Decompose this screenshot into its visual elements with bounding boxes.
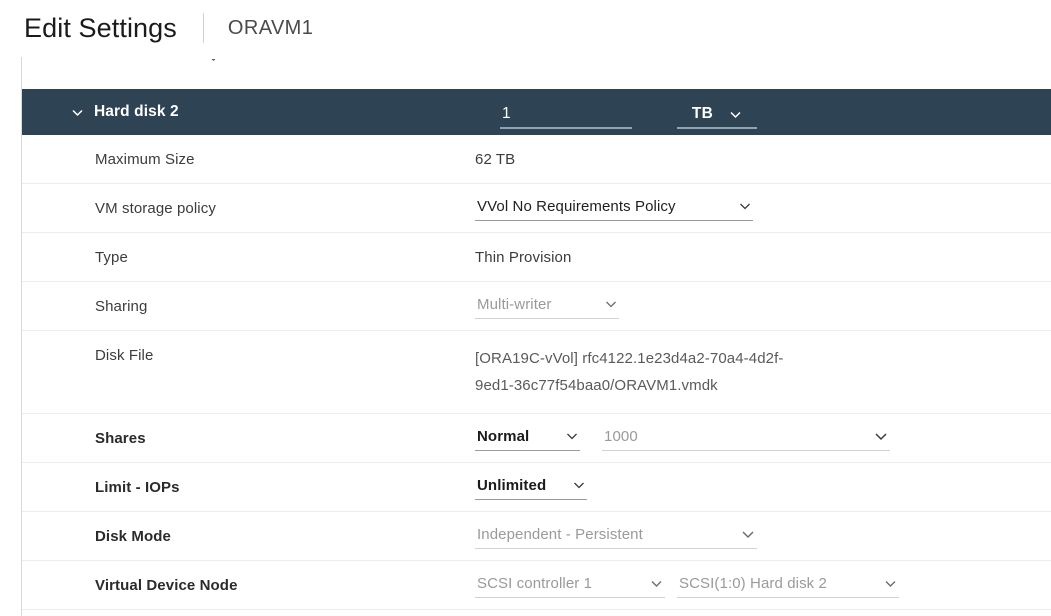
page-title: Edit Settings <box>24 12 177 43</box>
table-row: Type Thin Provision <box>22 233 1051 282</box>
chevron-down-icon[interactable] <box>874 429 888 443</box>
chevron-down-icon[interactable] <box>573 479 585 491</box>
row-value-virtual-device-node: SCSI controller 1 SCSI(1:0) Hard disk 2 <box>475 573 1051 598</box>
row-value-disk-mode: Independent - Persistent <box>475 524 1051 549</box>
disk-file-line-2: 9ed1-36c77f54baa0/ORAVM1.vmdk <box>475 377 718 394</box>
chevron-down-icon[interactable] <box>884 577 897 590</box>
table-row: Disk File [ORA19C-vVol] rfc4122.1e23d4a2… <box>22 331 1051 414</box>
limit-iops-select[interactable]: Unlimited <box>475 475 587 500</box>
row-value-maximum-size: 62 TB <box>475 151 1051 168</box>
chevron-down-icon[interactable] <box>70 105 84 119</box>
maximum-size-value: 62 TB <box>475 150 516 168</box>
row-label-sharing: Sharing <box>95 297 148 315</box>
chevron-down-icon[interactable] <box>605 298 617 310</box>
clipped-chevron-down-icon <box>208 59 219 64</box>
disk-size-input[interactable]: 1 <box>500 105 632 129</box>
table-row: Sharing Multi-writer <box>22 282 1051 331</box>
clipped-previous-row <box>22 57 1051 89</box>
sharing-select[interactable]: Multi-writer <box>475 294 619 319</box>
table-row: Virtual Device Node SCSI controller 1 SC… <box>22 561 1051 610</box>
row-label-limit-iops: Limit - IOPs <box>95 478 180 496</box>
shares-amount-value: 1000 <box>604 427 638 445</box>
settings-rows: Maximum Size 62 TB VM storage policy VVo… <box>22 135 1051 610</box>
row-value-type: Thin Provision <box>475 249 1051 266</box>
virtual-device-controller-select[interactable]: SCSI controller 1 <box>475 573 665 598</box>
table-row: VM storage policy VVol No Requirements P… <box>22 184 1051 233</box>
disk-size-unit-value: TB <box>691 105 714 122</box>
table-row: Maximum Size 62 TB <box>22 135 1051 184</box>
vm-name-label: ORAVM1 <box>227 17 314 39</box>
table-row: Limit - IOPs Unlimited <box>22 463 1051 512</box>
row-value-limit-iops: Unlimited <box>475 475 1051 500</box>
disk-mode-value: Independent - Persistent <box>477 525 643 543</box>
disk-mode-select[interactable]: Independent - Persistent <box>475 524 757 549</box>
shares-level-value: Normal <box>477 427 530 445</box>
chevron-down-icon[interactable] <box>739 200 751 212</box>
virtual-device-node-select[interactable]: SCSI(1:0) Hard disk 2 <box>677 573 899 598</box>
table-row: Shares Normal 1000 <box>22 414 1051 463</box>
row-value-sharing: Multi-writer <box>475 294 1051 319</box>
row-label-maximum-size: Maximum Size <box>95 150 195 168</box>
page-header: Edit Settings ORAVM1 <box>0 0 1051 56</box>
row-label-virtual-device-node: Virtual Device Node <box>95 576 238 594</box>
virtual-device-node-value: SCSI(1:0) Hard disk 2 <box>679 574 827 592</box>
row-value-vm-storage-policy: VVol No Requirements Policy <box>475 196 1051 221</box>
edit-settings-page: Edit Settings ORAVM1 Hard disk 2 1 TB Ma… <box>0 0 1051 616</box>
row-value-shares: Normal 1000 <box>475 426 1051 451</box>
title-divider <box>202 13 204 43</box>
limit-iops-value: Unlimited <box>477 476 547 494</box>
shares-level-select[interactable]: Normal <box>475 426 580 451</box>
chevron-down-icon[interactable] <box>566 430 578 442</box>
row-label-shares: Shares <box>95 429 146 447</box>
table-row: Disk Mode Independent - Persistent <box>22 512 1051 561</box>
row-label-disk-mode: Disk Mode <box>95 527 171 545</box>
row-label-type: Type <box>95 248 128 266</box>
chevron-down-icon[interactable] <box>729 108 742 121</box>
disk-size-value: 1 <box>502 105 511 122</box>
disk-size-unit-select[interactable]: TB <box>677 105 757 129</box>
vm-storage-policy-value: VVol No Requirements Policy <box>477 197 676 215</box>
section-title: Hard disk 2 <box>94 103 179 120</box>
settings-panel: Hard disk 2 1 TB Maximum Size 62 TB VM s… <box>21 57 1051 616</box>
sharing-value: Multi-writer <box>477 295 552 313</box>
row-label-disk-file: Disk File <box>95 347 154 364</box>
section-header-hard-disk-2[interactable]: Hard disk 2 1 TB <box>22 89 1051 135</box>
shares-amount-input[interactable]: 1000 <box>602 426 890 451</box>
type-value: Thin Provision <box>475 248 572 266</box>
disk-file-value: [ORA19C-vVol] rfc4122.1e23d4a2-70a4-4d2f… <box>475 345 783 399</box>
chevron-down-icon[interactable] <box>741 527 755 541</box>
chevron-down-icon[interactable] <box>650 577 663 590</box>
row-value-disk-file: [ORA19C-vVol] rfc4122.1e23d4a2-70a4-4d2f… <box>475 331 1051 399</box>
row-label-vm-storage-policy: VM storage policy <box>95 199 216 217</box>
virtual-device-controller-value: SCSI controller 1 <box>477 574 593 592</box>
disk-file-line-1: [ORA19C-vVol] rfc4122.1e23d4a2-70a4-4d2f… <box>475 350 784 367</box>
vm-storage-policy-select[interactable]: VVol No Requirements Policy <box>475 196 753 221</box>
